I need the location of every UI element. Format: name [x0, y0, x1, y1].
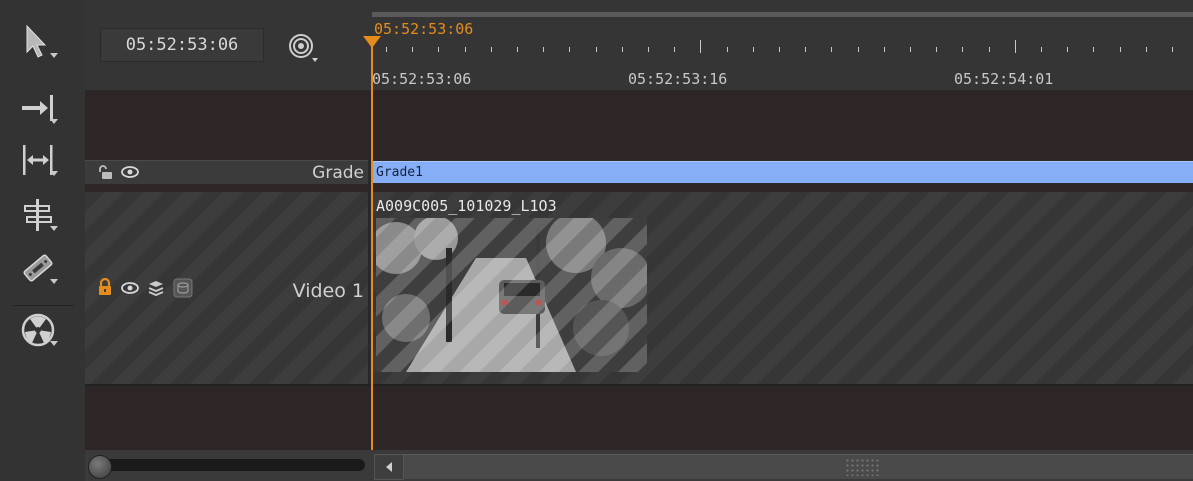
playhead-timecode: 05:52:53:06: [374, 20, 474, 38]
ruler-tick: [674, 47, 675, 52]
slip-tool-button[interactable]: [10, 140, 66, 180]
playhead-line[interactable]: [371, 36, 373, 450]
ruler-tick: [1093, 47, 1094, 52]
ruler-tick: [936, 47, 937, 52]
blend-mode-icon[interactable]: [173, 278, 193, 298]
ruler-tick: [831, 47, 832, 52]
ruler-tick: [1172, 47, 1173, 52]
ruler-tick: [465, 47, 466, 52]
ruler-tick: [753, 47, 754, 52]
scroll-left-button[interactable]: [374, 454, 404, 480]
ruler-tick: [491, 47, 492, 52]
ruler-tick: [648, 47, 649, 52]
ruler-tick: [386, 47, 387, 52]
ruler-tick: [412, 47, 413, 52]
grade-track-header[interactable]: Grade: [85, 160, 368, 185]
playhead-handle[interactable]: [363, 36, 381, 48]
select-tool-button[interactable]: [10, 22, 66, 62]
ruler-tick: [779, 47, 780, 52]
snowy-road-car-image: [376, 218, 647, 372]
grade-clip-label: Grade1: [376, 165, 423, 180]
ruler-tick: [727, 47, 728, 52]
ruler-tick: [884, 47, 885, 52]
tool-palette: [0, 0, 86, 481]
ruler-tick: [910, 47, 911, 52]
ruler-tick: [1067, 47, 1068, 52]
ruler-tick: [543, 47, 544, 52]
audio-tool-button[interactable]: [10, 310, 66, 350]
ruler-label: 05:52:54:01: [954, 70, 1054, 88]
slide-tool-button[interactable]: [10, 195, 66, 235]
target-icon: [289, 34, 318, 62]
ruler-tick: [1120, 47, 1121, 52]
grade-track-name: Grade: [312, 163, 364, 183]
lock-icon[interactable]: [97, 278, 113, 296]
empty-track-area: [85, 398, 1193, 450]
track-divider: [85, 184, 1193, 192]
zoom-slider-track[interactable]: [95, 459, 365, 471]
horizontal-scrollbar-thumb[interactable]: [404, 454, 1193, 479]
ruler-tick: [622, 47, 623, 52]
ruler-tick: [438, 47, 439, 52]
timecode-field[interactable]: 05:52:53:06: [100, 28, 264, 62]
ruler-tick: [700, 40, 701, 53]
ruler-tick: [858, 47, 859, 52]
video-clip-label: A009C005_101029_L1O3: [376, 197, 557, 215]
empty-track-area: [85, 90, 1193, 160]
scrollbar-grip[interactable]: [845, 458, 879, 476]
ruler-label: 05:52:53:06: [372, 70, 472, 88]
ruler-tick: [805, 47, 806, 52]
unlock-icon[interactable]: [97, 165, 113, 180]
layers-icon[interactable]: [147, 279, 165, 297]
ruler-tick: [989, 47, 990, 52]
grade-clip[interactable]: Grade1: [372, 161, 1193, 183]
multi-track-select-button[interactable]: [10, 88, 66, 128]
video-clip-thumbnail[interactable]: [376, 218, 647, 372]
ruler-tick: [962, 47, 963, 52]
ruler-tick: [517, 47, 518, 52]
ruler-tick: [596, 47, 597, 52]
video1-track-name: Video 1: [292, 280, 364, 302]
ruler-tick: [1041, 47, 1042, 52]
video1-track-header[interactable]: Video 1: [85, 192, 369, 384]
razor-tool-button[interactable]: [10, 248, 66, 288]
ruler-tick: [569, 47, 570, 52]
ruler-tick: [1146, 47, 1147, 52]
ruler-label: 05:52:53:16: [628, 70, 728, 88]
ruler-tick: [1015, 40, 1016, 53]
eye-icon[interactable]: [121, 166, 139, 178]
arrow-pointer-icon: [26, 24, 47, 58]
zoom-slider-handle[interactable]: [88, 455, 112, 479]
ruler-range-bar: [372, 12, 1193, 17]
snap-toggle-button[interactable]: [286, 30, 326, 64]
eye-icon[interactable]: [121, 282, 139, 294]
